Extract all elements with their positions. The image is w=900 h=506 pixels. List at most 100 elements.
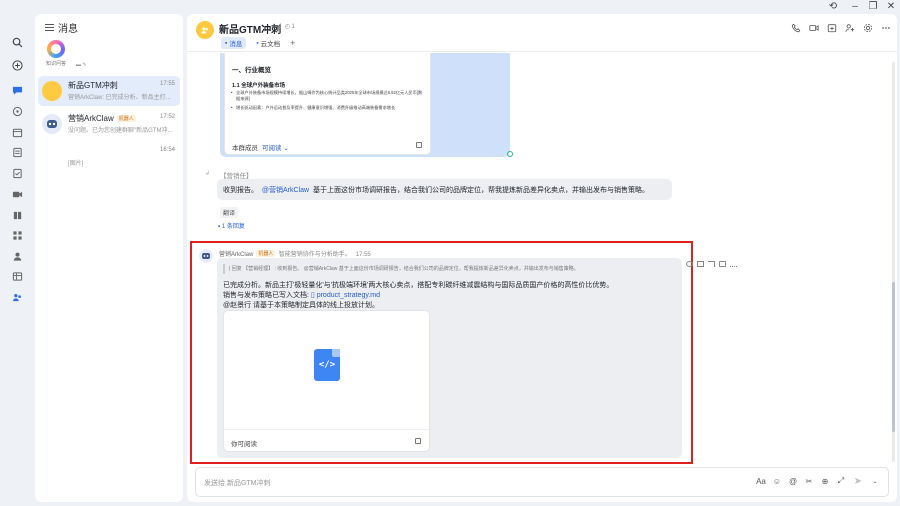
scrollbar[interactable]: [892, 62, 895, 462]
tab-cloud-docs[interactable]: ▪ 云文档: [252, 37, 284, 49]
mention-icon[interactable]: @: [788, 476, 798, 486]
message-composer[interactable]: 发送给 新品GTM冲刺 Aa ☺ @ ✂ ⊕ ⤢ ➤ ⌄: [195, 467, 889, 497]
doc-icon[interactable]: [9, 144, 25, 160]
conversation-item-3[interactable]: 16:54 [图片]: [38, 142, 180, 172]
scroll-thumb[interactable]: [892, 282, 895, 432]
code-file-icon: </>: [314, 349, 340, 381]
message-icon[interactable]: [9, 82, 25, 98]
chat-panel: 新品GTM冲刺 ♙ 4 ◴ 1 ▪ 消息 ▪ 云文档 + 一、行业概览 1.1 全球…: [187, 14, 897, 502]
chat-tabs: ▪ 消息 ▪ 云文档 +: [221, 37, 295, 49]
chat-header: 新品GTM冲刺 ♙ 4 ◴ 1 ▪ 消息 ▪ 云文档 +: [187, 14, 897, 52]
copy-icon[interactable]: [416, 142, 422, 148]
ai-assistant-icon: [47, 40, 65, 58]
conversation-preview: 没问题。已为您创建群聊"新品GTM冲...: [68, 128, 173, 134]
list-icon[interactable]: [45, 24, 54, 31]
conversation-panel: 消息 知识问答 ▬ ✎ 新品GTM冲刺 17:55 营销ArkClaw: 已完成…: [35, 14, 183, 502]
contacts-icon[interactable]: [9, 248, 25, 264]
chat-meta[interactable]: ♙ 4 ◴ 1: [271, 23, 295, 30]
doc-card[interactable]: 一、行业概览 1.1 全球户外装备市场 全球户外装备市场规模持续增长，据山姆作为…: [224, 53, 431, 155]
bot-avatar: [42, 114, 62, 134]
conversation-header: 消息: [45, 20, 78, 35]
close-icon[interactable]: ✕: [884, 1, 898, 13]
conversation-name: 营销ArkClaw 机器人: [68, 114, 136, 123]
group-avatar[interactable]: [196, 21, 214, 39]
search-icon[interactable]: [9, 34, 25, 50]
divider: [224, 429, 429, 430]
add-tab-button[interactable]: +: [290, 38, 295, 48]
composer-input[interactable]: 发送给 新品GTM冲刺: [204, 478, 271, 488]
compass-icon[interactable]: [9, 103, 25, 119]
reply-count-link[interactable]: ▪ 1 条回复: [218, 221, 245, 230]
translate-button[interactable]: 翻译: [220, 207, 239, 218]
robot-tag: 机器人: [116, 115, 136, 122]
permission-dropdown[interactable]: 可阅读 ⌄: [262, 145, 289, 152]
people-icon[interactable]: [9, 289, 25, 305]
more-icon[interactable]: [881, 23, 891, 33]
add-icon[interactable]: ⊕: [820, 476, 830, 486]
send-icon[interactable]: ➤: [852, 476, 864, 487]
table-icon[interactable]: [9, 268, 25, 284]
conversation-item-gtm[interactable]: 新品GTM冲刺 17:55 营销ArkClaw: 已完成分析、新品主打...: [38, 76, 180, 106]
history-icon[interactable]: ⟲: [826, 1, 840, 13]
title-bar: ⟲ – ❐ ✕: [0, 0, 900, 14]
group-avatar: [42, 81, 62, 101]
conversation-item-arkclaw[interactable]: 营销ArkClaw 机器人 17:52 没问题。已为您创建群聊"新品GTM冲...: [38, 109, 180, 139]
conversation-preview: [图片]: [68, 161, 84, 167]
tab-messages[interactable]: ▪ 消息: [221, 37, 247, 49]
add-member-icon[interactable]: [845, 23, 855, 33]
expand-icon[interactable]: ⤢: [836, 476, 846, 486]
restore-icon[interactable]: ❐: [866, 1, 880, 13]
pin-icon: ◴: [284, 24, 290, 30]
phone-icon[interactable]: [791, 23, 801, 33]
file-permission: 你可阅读: [231, 441, 257, 448]
reaction-icon[interactable]: [686, 261, 693, 267]
settings-icon[interactable]: [863, 23, 873, 33]
apps-icon[interactable]: [9, 227, 25, 243]
conversation-name: 新品GTM冲刺: [68, 81, 118, 90]
robot-tag: 机器人: [256, 250, 276, 257]
video-icon[interactable]: [9, 186, 25, 202]
avatar: [42, 147, 62, 167]
message-tab-icon: ▪: [225, 39, 228, 47]
reply-quote[interactable]: | 回复 【营销经理】 : 收到报告。 @营销ArkClaw 基于上面这份市场调…: [223, 264, 675, 274]
screenshot-icon[interactable]: ✂: [804, 476, 814, 486]
reply-icon[interactable]: [697, 261, 704, 267]
conversation-preview: 营销ArkClaw: 已完成分析、新品主打...: [68, 95, 171, 101]
calendar-plus-icon[interactable]: [827, 23, 837, 33]
doc-bullet: 全球户外装备市场规模持续增长，据山姆作为核心统计品类2025年全球市场规模达6.…: [231, 90, 426, 102]
pin-message-icon[interactable]: [719, 261, 726, 267]
member-count: 4: [278, 24, 282, 30]
doc-bullet: 增长驱动因素：户外运动普及率提升、健康意识增强、消费升级推动高端装备需求增长: [231, 105, 426, 111]
send-options-icon[interactable]: ⌄: [870, 476, 880, 486]
doc-heading: 一、行业概览: [232, 67, 271, 74]
member-icon: ♙: [271, 24, 277, 30]
file-link[interactable]: product_strategy.md: [317, 292, 380, 299]
doc-tab-icon: ▪: [256, 39, 259, 47]
file-card[interactable]: </> 你可阅读: [223, 310, 430, 452]
copy-icon[interactable]: [415, 438, 421, 444]
calendar-icon[interactable]: [9, 124, 25, 140]
task-icon[interactable]: [9, 165, 25, 181]
emoji-icon[interactable]: ☺: [772, 476, 782, 486]
forward-icon[interactable]: [708, 261, 715, 267]
minimize-icon[interactable]: –: [848, 1, 862, 13]
plus-icon[interactable]: [9, 57, 25, 73]
bot-header: 营销ArkClaw 机器人 智能营销协作与分析助手。 17:55: [219, 249, 371, 258]
video-call-icon[interactable]: [809, 23, 819, 33]
doc-permission: 本群成员 可阅读 ⌄: [232, 145, 289, 152]
doc-subheading: 1.1 全球户外装备市场: [232, 83, 286, 89]
nav-rail: [0, 14, 34, 506]
pin-count: 1: [291, 24, 296, 30]
file-icon-small: ▯: [310, 292, 315, 299]
more-icon[interactable]: [730, 261, 737, 267]
bot-avatar[interactable]: [199, 249, 213, 263]
format-icon[interactable]: Aa: [756, 476, 766, 486]
book-icon[interactable]: [9, 207, 25, 223]
brand-extra: ▬ ✎: [76, 62, 87, 68]
conversation-header-title: 消息: [58, 24, 78, 35]
message-list: 一、行业概览 1.1 全球户外装备市场 全球户外装备市场规模持续增长，据山姆作为…: [187, 53, 891, 465]
read-status-icon: [507, 151, 513, 157]
mention[interactable]: @营销ArkClaw: [262, 187, 309, 194]
message-text: 收到报告。 @营销ArkClaw 基于上面这份市场调研报告，结合我们公司的品牌定…: [223, 187, 649, 194]
knowledge-qa-shortcut[interactable]: 知识问答: [41, 40, 71, 67]
